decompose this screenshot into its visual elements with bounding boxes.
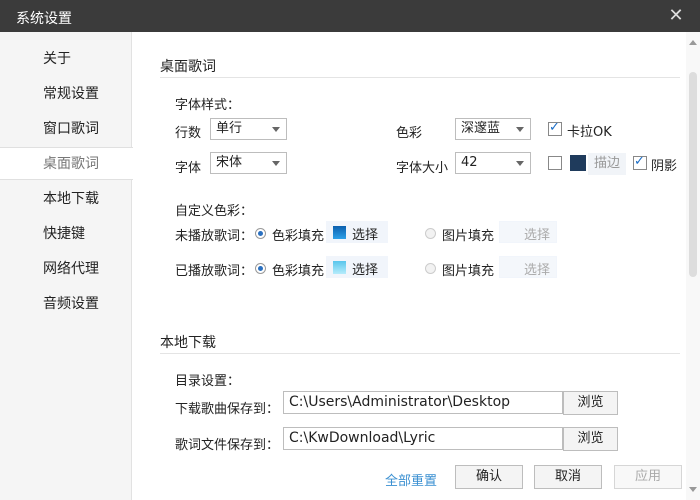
- stroke-color-swatch[interactable]: [570, 155, 586, 171]
- played-color-select-button[interactable]: 选择: [326, 256, 388, 278]
- reset-all-link[interactable]: 全部重置: [385, 470, 437, 489]
- content-scrollbar[interactable]: [686, 32, 700, 500]
- dir-settings-label: 目录设置：: [175, 374, 241, 389]
- unplayed-image-fill-radio[interactable]: [425, 228, 436, 239]
- scroll-up-icon[interactable]: [689, 40, 697, 45]
- settings-sidebar: 关于 常规设置 窗口歌词 桌面歌词 本地下载 快捷键 网络代理 音频设置: [0, 32, 133, 500]
- lines-select-value: 单行: [216, 121, 243, 136]
- select-button-label: 选择: [352, 263, 379, 278]
- select-button-label: 选择: [352, 228, 379, 243]
- window-title: 系统设置: [16, 11, 72, 27]
- song-path-input[interactable]: C:\Users\Administrator\Desktop: [283, 391, 563, 414]
- song-path-value: C:\Users\Administrator\Desktop: [289, 394, 511, 410]
- scroll-down-icon[interactable]: [689, 487, 697, 492]
- font-size-select-value: 42: [461, 155, 478, 170]
- color-fill-label: 色彩填充: [272, 229, 325, 244]
- font-style-label: 字体样式：: [175, 98, 241, 113]
- section-divider: [160, 353, 680, 354]
- played-image-select-button[interactable]: 选择: [499, 256, 557, 278]
- ok-button[interactable]: 确认: [455, 465, 523, 489]
- scrollbar-thumb[interactable]: [689, 72, 697, 277]
- custom-color-label: 自定义色彩：: [175, 204, 254, 219]
- image-fill-label: 图片填充: [442, 229, 495, 244]
- sidebar-item-label: 桌面歌词: [43, 156, 99, 172]
- browse-song-path-button[interactable]: 浏览: [563, 391, 618, 415]
- sidebar-item-label: 关于: [43, 51, 71, 67]
- color-fill-label: 色彩填充: [272, 264, 325, 279]
- color-select[interactable]: 深邃蓝: [455, 118, 531, 140]
- title-bar: 系统设置 ✕: [0, 0, 700, 32]
- browse-lyric-path-button[interactable]: 浏览: [563, 427, 618, 451]
- sidebar-item-desktop-lyrics[interactable]: 桌面歌词: [0, 147, 133, 180]
- cancel-button[interactable]: 取消: [534, 465, 602, 489]
- sidebar-item-label: 常规设置: [43, 86, 99, 102]
- shadow-label: 阴影: [651, 159, 678, 174]
- font-select[interactable]: 宋体: [210, 152, 287, 174]
- unplayed-color-select-button[interactable]: 选择: [326, 221, 388, 243]
- stroke-checkbox[interactable]: [548, 156, 562, 170]
- lyric-path-value: C:\KwDownload\Lyric: [289, 430, 436, 446]
- lyric-path-input[interactable]: C:\KwDownload\Lyric: [283, 427, 563, 450]
- played-image-fill-radio[interactable]: [425, 263, 436, 274]
- select-button-label: 选择: [524, 228, 551, 243]
- apply-button[interactable]: 应用: [614, 465, 682, 489]
- section-divider: [160, 77, 680, 78]
- sidebar-item-proxy[interactable]: 网络代理: [0, 253, 132, 286]
- sidebar-item-label: 窗口歌词: [43, 121, 99, 137]
- sidebar-item-label: 本地下载: [43, 191, 99, 207]
- played-color-chip: [333, 261, 346, 274]
- sidebar-item-about[interactable]: 关于: [0, 43, 132, 76]
- sidebar-item-window-lyrics[interactable]: 窗口歌词: [0, 113, 132, 146]
- song-path-label: 下载歌曲保存到：: [175, 402, 280, 417]
- sidebar-item-general[interactable]: 常规设置: [0, 78, 132, 111]
- sidebar-item-label: 音频设置: [43, 296, 99, 312]
- unplayed-image-select-button[interactable]: 选择: [499, 221, 557, 243]
- unplayed-color-fill-radio[interactable]: [255, 228, 266, 239]
- sidebar-item-local-download[interactable]: 本地下载: [0, 183, 132, 216]
- chevron-down-icon: [272, 161, 280, 166]
- karaoke-label: 卡拉OK: [567, 125, 612, 140]
- settings-content: 桌面歌词 字体样式： 行数 单行 色彩 深邃蓝 卡拉OK 字体 宋体 字体大小 …: [133, 32, 685, 500]
- select-button-label: 选择: [524, 263, 551, 278]
- lines-select[interactable]: 单行: [210, 118, 287, 140]
- image-fill-label: 图片填充: [442, 264, 495, 279]
- played-lyrics-label: 已播放歌词：: [175, 264, 254, 279]
- sidebar-item-label: 网络代理: [43, 261, 99, 277]
- font-select-value: 宋体: [216, 155, 243, 170]
- section-title-desktop-lyrics: 桌面歌词: [160, 59, 216, 75]
- unplayed-color-chip: [333, 226, 346, 239]
- font-size-select[interactable]: 42: [455, 152, 531, 174]
- sidebar-item-audio[interactable]: 音频设置: [0, 288, 132, 321]
- chevron-down-icon: [516, 161, 524, 166]
- lines-label: 行数: [175, 126, 202, 141]
- font-size-label: 字体大小: [396, 161, 449, 176]
- color-select-value: 深邃蓝: [461, 121, 501, 136]
- unplayed-lyrics-label: 未播放歌词：: [175, 229, 254, 244]
- lyric-path-label: 歌词文件保存到：: [175, 438, 280, 453]
- karaoke-checkbox[interactable]: [548, 120, 562, 136]
- stroke-button[interactable]: 描边: [588, 153, 627, 175]
- section-title-local-download: 本地下载: [160, 335, 216, 351]
- chevron-down-icon: [516, 127, 524, 132]
- sidebar-item-label: 快捷键: [43, 226, 85, 242]
- shadow-checkbox[interactable]: [633, 154, 647, 170]
- font-label: 字体: [175, 161, 202, 176]
- chevron-down-icon: [272, 127, 280, 132]
- sidebar-item-hotkeys[interactable]: 快捷键: [0, 218, 132, 251]
- played-color-fill-radio[interactable]: [255, 263, 266, 274]
- color-label: 色彩: [396, 126, 423, 141]
- close-icon[interactable]: ✕: [666, 6, 686, 26]
